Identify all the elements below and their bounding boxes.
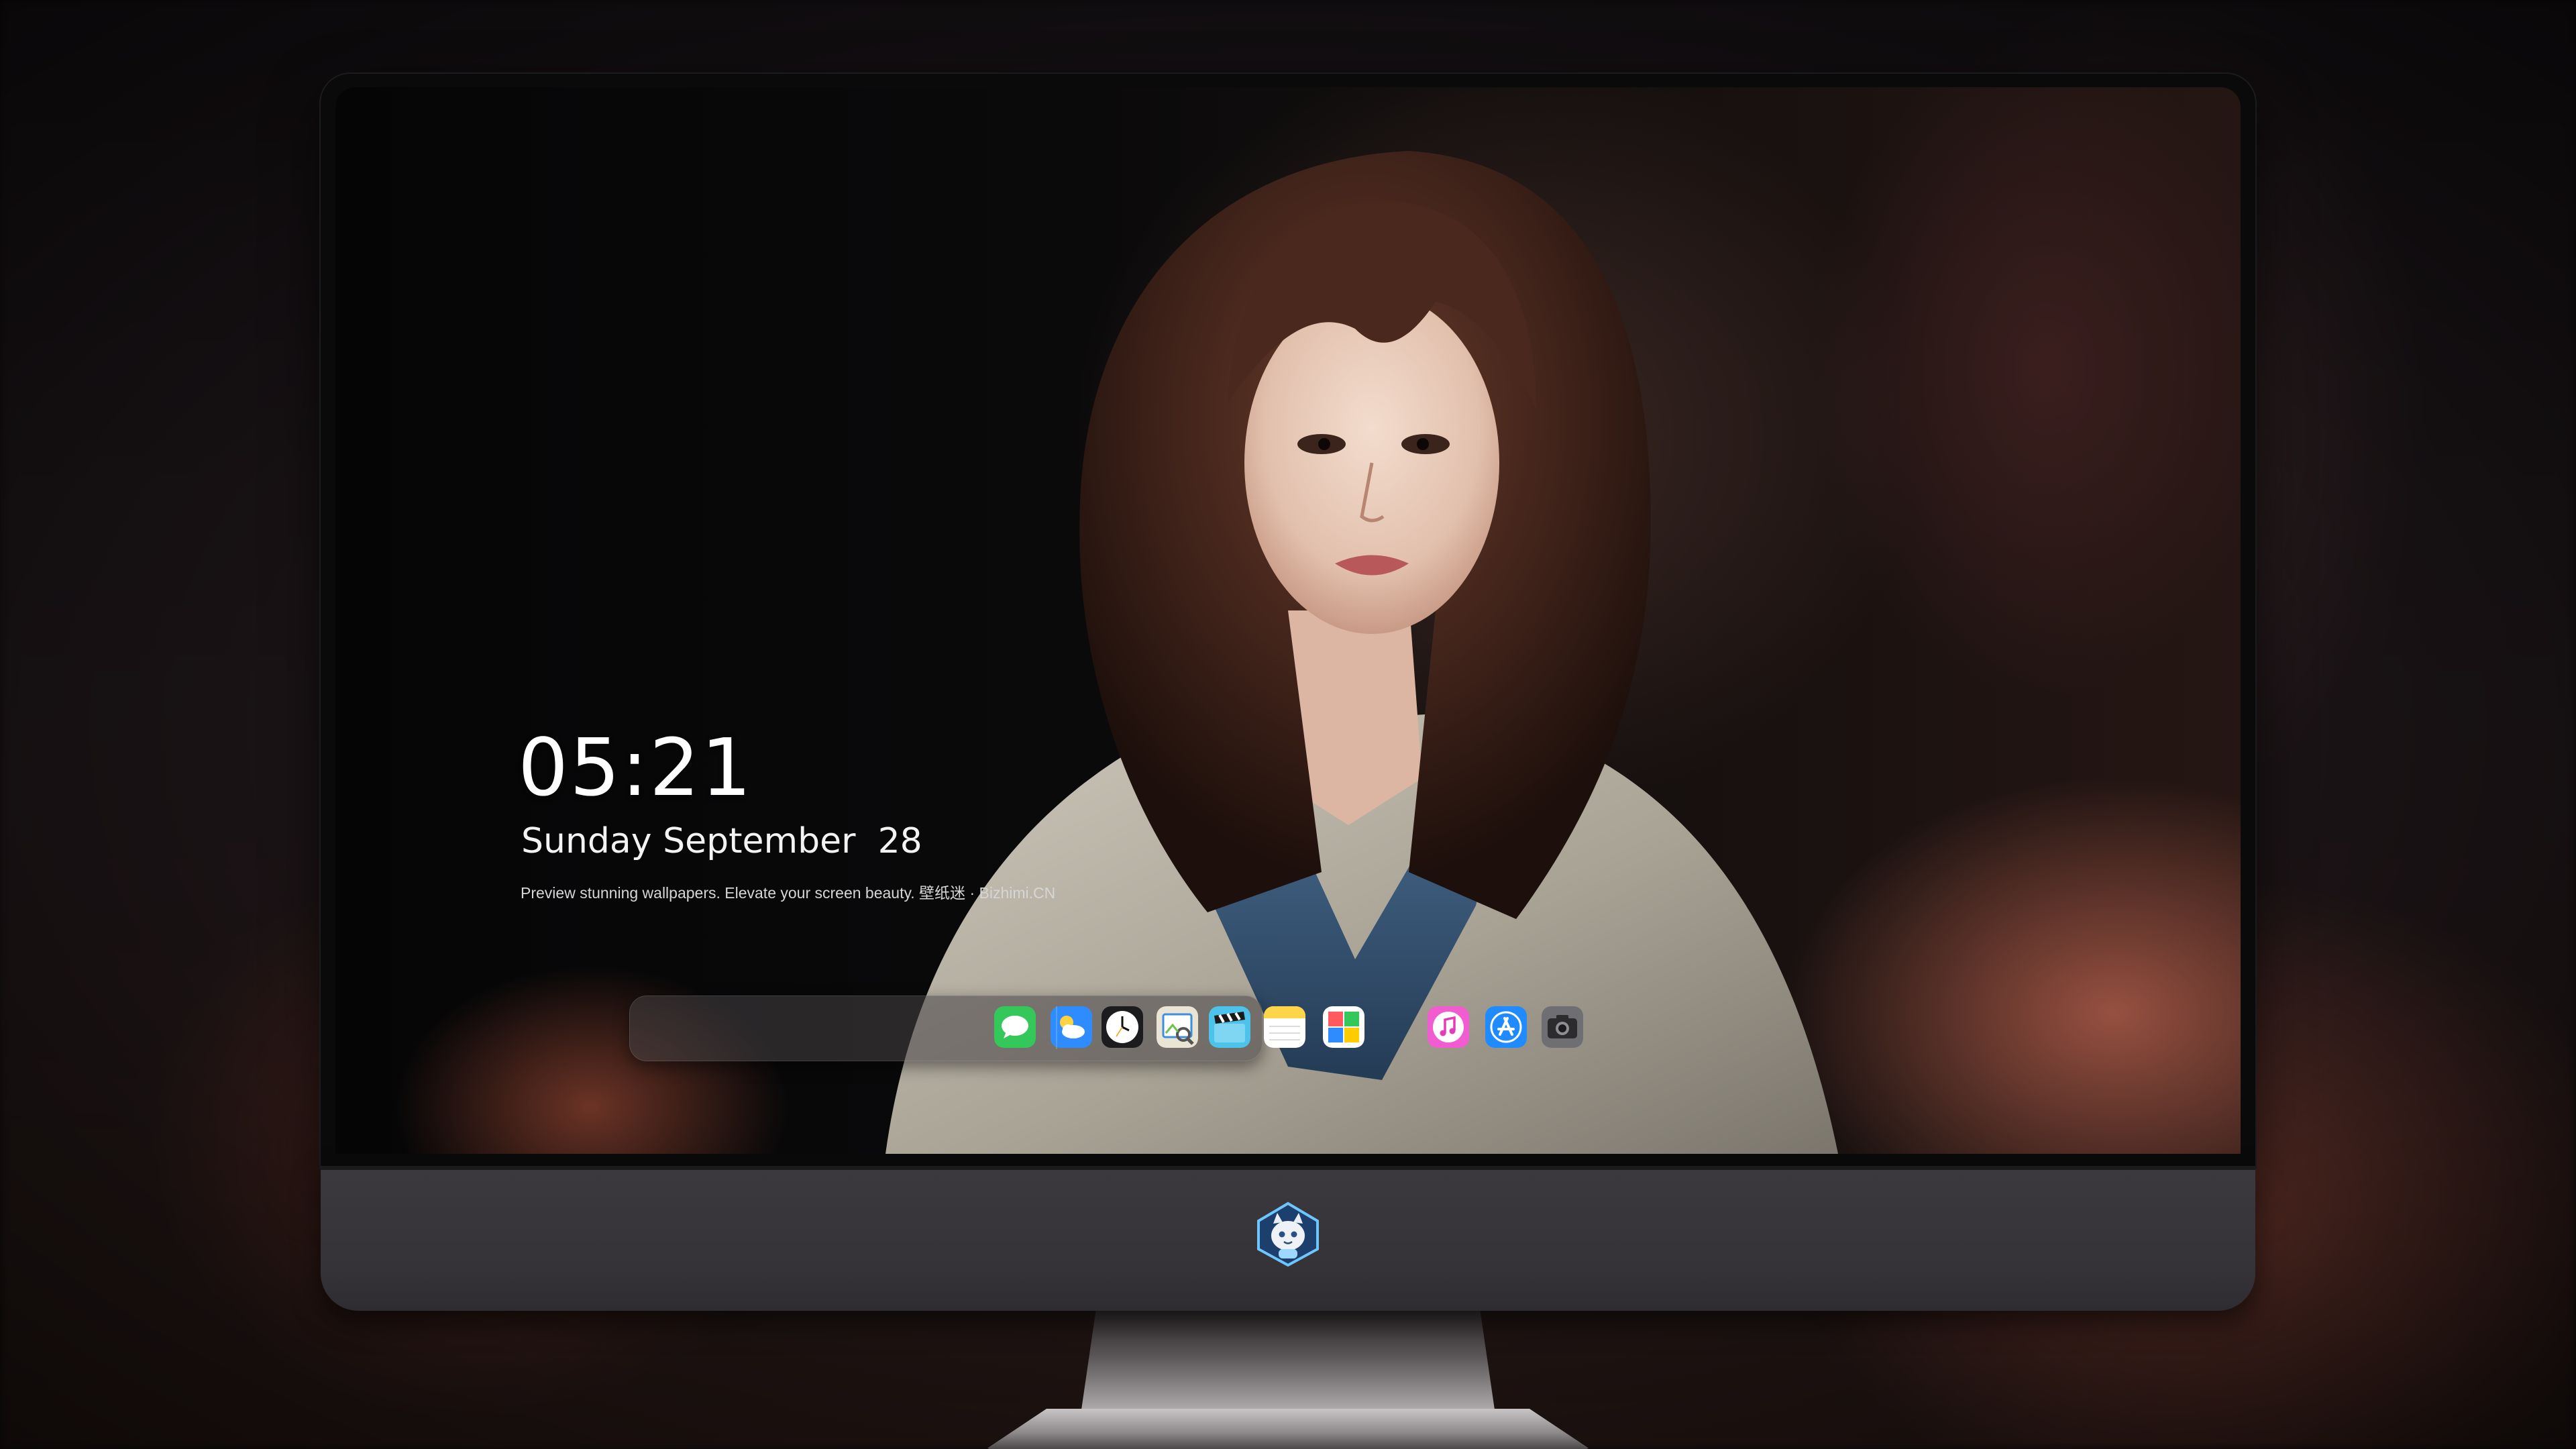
monitor-stand-neck [1080,1305,1496,1419]
wallpaper-portrait-image [885,151,1838,1154]
lockscreen-clock: 05:21 [518,721,753,814]
cat-mascot-logo-icon [1254,1201,1322,1268]
music-icon[interactable] [1428,1006,1469,1048]
monitor-stand-base [986,1409,1590,1449]
lockscreen-date: Sunday September 28 [521,821,922,861]
messages-icon[interactable] [994,1006,1036,1048]
clapperboard-icon[interactable] [1209,1006,1250,1048]
photo-booth-icon[interactable] [1323,1006,1364,1048]
clock-icon[interactable] [1102,1006,1143,1048]
preview-icon[interactable] [1157,1006,1198,1048]
desktop-screen: 05:21 Sunday September 28 Preview stunni… [335,87,2241,1154]
notes-icon[interactable] [1264,1006,1305,1048]
dock-separator [1056,1006,1057,1049]
camera-icon[interactable] [1542,1006,1583,1048]
app-store-icon[interactable] [1485,1006,1527,1048]
lockscreen-tagline: Preview stunning wallpapers. Elevate you… [521,884,1056,902]
